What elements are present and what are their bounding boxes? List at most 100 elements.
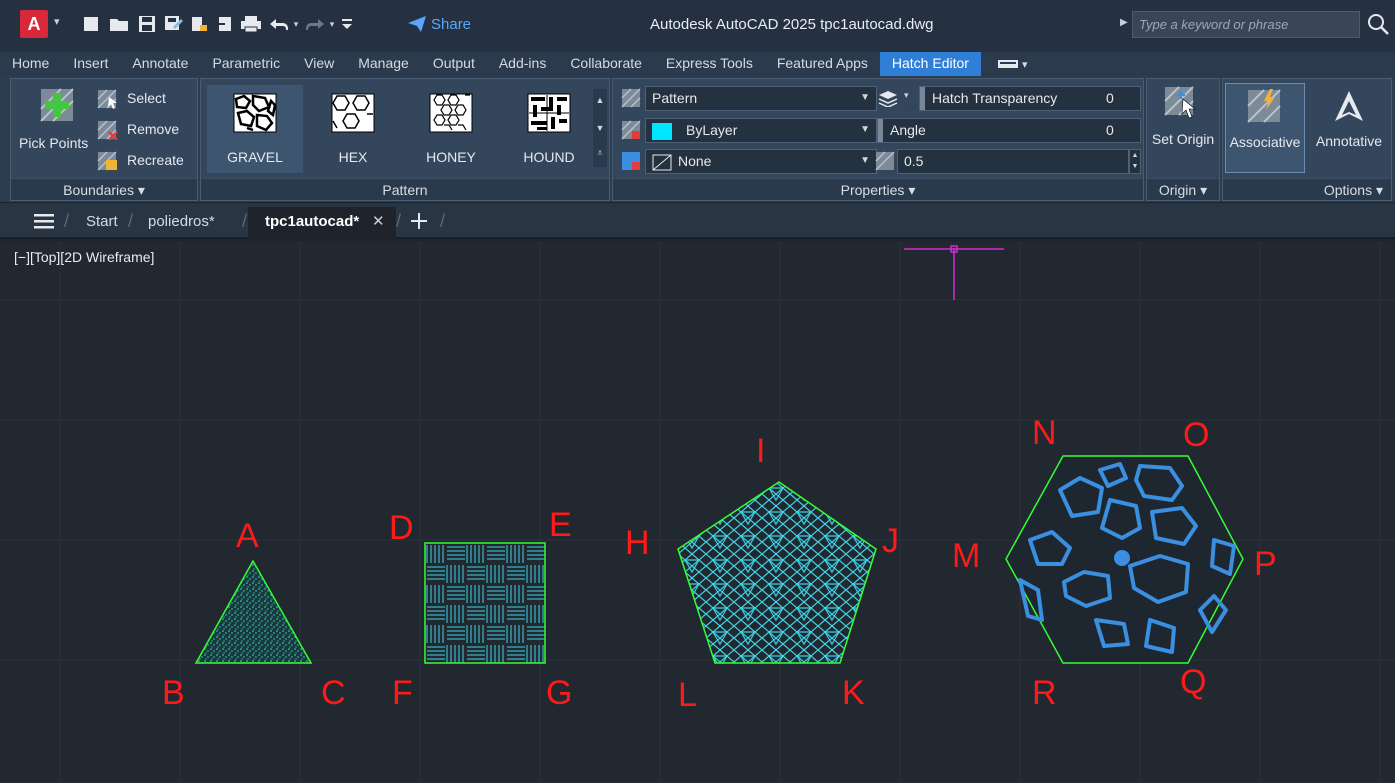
- hatch-type-icon: [621, 88, 641, 108]
- hatch-color-dropdown[interactable]: ByLayer ▼: [645, 118, 877, 143]
- pattern-gallery-expand-icon[interactable]: ⩡: [593, 143, 607, 167]
- transparency-slider-handle[interactable]: [920, 87, 925, 110]
- layer-override-icon[interactable]: [877, 89, 899, 107]
- hex-label: HEX: [338, 149, 368, 165]
- redo-dropdown-icon[interactable]: ▾: [326, 14, 338, 34]
- annotative-button[interactable]: Annotative: [1307, 83, 1391, 173]
- vertex-label-n: N: [1032, 414, 1057, 452]
- share-button[interactable]: Share: [407, 13, 471, 35]
- autocad-logo[interactable]: A: [20, 10, 48, 38]
- close-tab-icon[interactable]: ✕: [372, 212, 385, 230]
- new-tab-icon[interactable]: [410, 212, 428, 235]
- title-bar: A ▾ ▾ ▾ Share Autodesk AutoCAD 2025 tpc1…: [0, 0, 1395, 52]
- background-color-dropdown[interactable]: None ▼: [645, 149, 877, 174]
- open-folder-icon[interactable]: [108, 14, 130, 34]
- send-icon: [408, 16, 426, 32]
- tab-manage[interactable]: Manage: [346, 52, 421, 76]
- tab-collaborate[interactable]: Collaborate: [558, 52, 654, 76]
- ribbon-display-toggle[interactable]: ▾: [997, 52, 1027, 76]
- tab-insert[interactable]: Insert: [61, 52, 120, 76]
- export-icon[interactable]: [214, 14, 236, 34]
- app-menu-caret-icon[interactable]: ▾: [54, 15, 60, 28]
- properties-panel: Pattern ▼ ▾ Hatch Transparency 0 ByLayer ▼…: [612, 78, 1144, 201]
- undo-icon[interactable]: [268, 14, 290, 34]
- annotative-label: Annotative: [1315, 133, 1383, 149]
- hatch-color-icon: [621, 120, 641, 140]
- set-origin-button[interactable]: Set Origin: [1147, 79, 1219, 175]
- tab-express-tools[interactable]: Express Tools: [654, 52, 765, 76]
- tab-output[interactable]: Output: [421, 52, 487, 76]
- tab-start[interactable]: Start: [86, 213, 118, 230]
- square-hatch[interactable]: [424, 542, 546, 664]
- layer-override-caret-icon[interactable]: ▾: [904, 90, 909, 101]
- vertex-label-e: E: [549, 506, 572, 544]
- remove-label: Remove: [127, 121, 180, 137]
- viewport-controls-label[interactable]: [−][Top][2D Wireframe]: [14, 249, 154, 265]
- associative-button[interactable]: Associative: [1225, 83, 1305, 173]
- boundaries-panel: Pick Points Select Remove Recreate Bound…: [10, 78, 198, 201]
- color-swatch: [652, 122, 672, 140]
- pentagon-hatch[interactable]: [677, 481, 877, 664]
- pattern-footer: Pattern: [201, 178, 609, 200]
- publish-icon[interactable]: [188, 14, 210, 34]
- pattern-scroll-up-icon[interactable]: ▲: [593, 89, 607, 113]
- honey-swatch-icon: [429, 93, 473, 133]
- angle-slider-handle[interactable]: [878, 119, 883, 142]
- background-color-icon: [622, 152, 640, 170]
- scale-spinner[interactable]: ▲ ▼: [1129, 149, 1141, 174]
- remove-button[interactable]: Remove: [97, 118, 197, 142]
- select-button[interactable]: Select: [97, 87, 197, 111]
- plot-icon[interactable]: [240, 14, 262, 34]
- boundaries-footer[interactable]: Boundaries ▾: [11, 178, 197, 200]
- angle-field[interactable]: Angle 0: [877, 118, 1141, 143]
- new-file-icon[interactable]: [80, 14, 102, 34]
- tab-view[interactable]: View: [292, 52, 346, 76]
- tab-hatch-editor[interactable]: Hatch Editor: [879, 52, 981, 76]
- annotative-icon: [1335, 91, 1363, 121]
- minimize-ribbon-icon: [997, 60, 1018, 68]
- share-label: Share: [431, 15, 472, 33]
- save-as-icon[interactable]: [162, 14, 184, 34]
- tab-add-ins[interactable]: Add-ins: [487, 52, 558, 76]
- search-expand-icon[interactable]: ▶: [1120, 17, 1128, 28]
- recreate-button[interactable]: Recreate: [97, 149, 197, 173]
- search-input[interactable]: Type a keyword or phrase: [1132, 11, 1360, 38]
- none-color-icon: [652, 154, 672, 171]
- hatch-transparency-field[interactable]: Hatch Transparency 0: [919, 86, 1141, 111]
- recreate-label: Recreate: [127, 152, 184, 168]
- customize-toolbar-icon[interactable]: [340, 14, 354, 34]
- triangle-hatch[interactable]: [194, 559, 313, 664]
- tab-home[interactable]: Home: [0, 52, 61, 76]
- pick-points-button[interactable]: Pick Points: [19, 83, 95, 155]
- pattern-hound[interactable]: HOUND: [501, 85, 597, 173]
- drawing-viewport[interactable]: [−][Top][2D Wireframe] A B C D E F G H I…: [0, 241, 1395, 783]
- save-icon[interactable]: [136, 14, 158, 34]
- pattern-honey[interactable]: HONEY: [403, 85, 499, 173]
- hamburger-menu-icon[interactable]: [34, 213, 54, 234]
- options-footer[interactable]: Options ▾: [1223, 178, 1391, 200]
- undo-dropdown-icon[interactable]: ▾: [290, 14, 302, 34]
- tab-featured-apps[interactable]: Featured Apps: [765, 52, 880, 76]
- pattern-hex[interactable]: HEX: [305, 85, 401, 173]
- autocad-window: A ▾ ▾ ▾ Share Autodesk AutoCAD 2025 tpc1…: [0, 0, 1395, 783]
- redo-icon[interactable]: [304, 14, 326, 34]
- pattern-scroll-down-icon[interactable]: ▼: [593, 117, 607, 141]
- tab-parametric[interactable]: Parametric: [200, 52, 292, 76]
- hatch-type-dropdown[interactable]: Pattern ▼: [645, 86, 877, 111]
- hatch-scale-field[interactable]: 0.5: [897, 149, 1129, 174]
- tab-poliedros[interactable]: poliedros*: [148, 213, 215, 230]
- window-title: Autodesk AutoCAD 2025 tpc1autocad.dwg: [650, 16, 934, 33]
- gravel-label: GRAVEL: [227, 149, 283, 165]
- tab-tpc1autocad[interactable]: tpc1autocad*: [265, 213, 359, 230]
- pick-points-label: Pick Points: [19, 135, 89, 151]
- ribbon-tab-bar: Home Insert Annotate Parametric View Man…: [0, 52, 1395, 76]
- properties-footer[interactable]: Properties ▾: [613, 178, 1143, 200]
- hexagon-hatch[interactable]: [1005, 455, 1244, 664]
- tab-annotate[interactable]: Annotate: [120, 52, 200, 76]
- origin-footer[interactable]: Origin ▾: [1147, 178, 1219, 200]
- pattern-gravel[interactable]: GRAVEL: [207, 85, 303, 173]
- search-icon[interactable]: [1366, 12, 1390, 36]
- options-panel: Associative Annotative Options ▾: [1222, 78, 1392, 201]
- hound-label: HOUND: [523, 149, 575, 165]
- vertex-label-q: Q: [1180, 663, 1207, 701]
